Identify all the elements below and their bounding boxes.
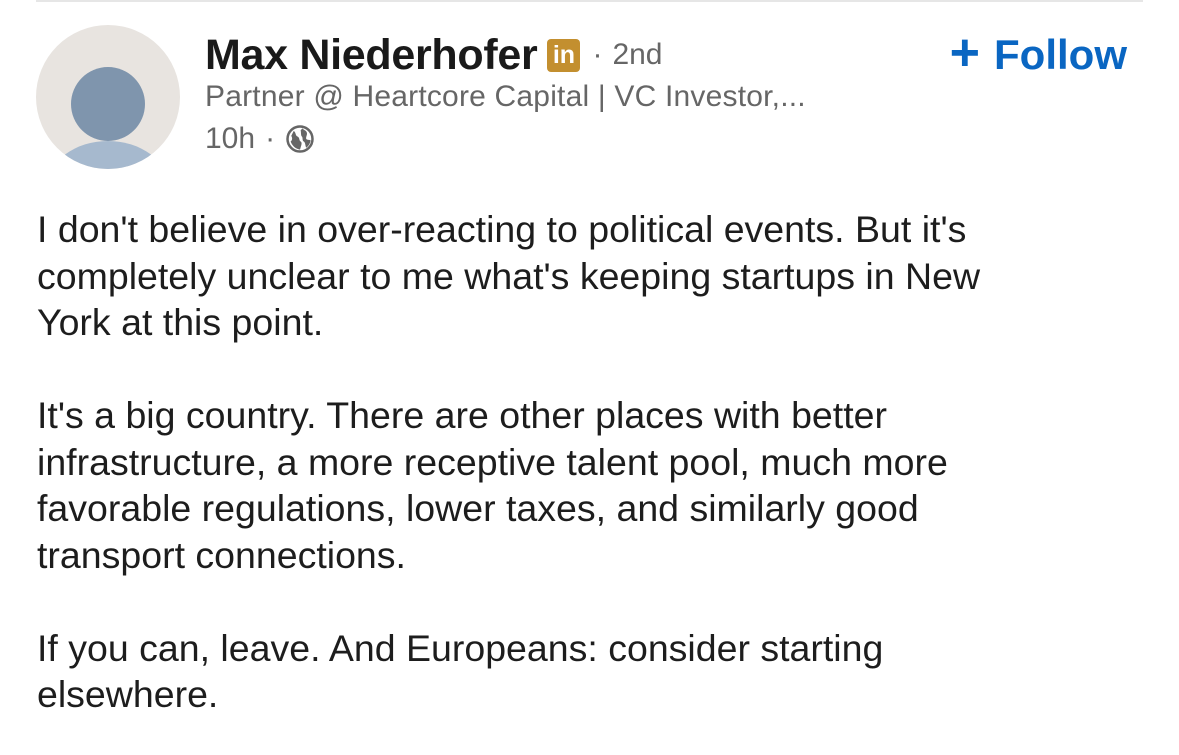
avatar-head-shape — [71, 67, 145, 141]
author-headline[interactable]: Partner @ Heartcore Capital | VC Investo… — [205, 80, 806, 114]
post-line: transport connections. — [37, 533, 406, 576]
post-line: infrastructure, a more receptive talent … — [37, 440, 948, 483]
author-name[interactable]: Max Niederhofer — [205, 31, 538, 80]
post-line: completely unclear to me what's keeping … — [37, 254, 981, 297]
post-body: I don't believe in over-reacting to poli… — [37, 206, 1147, 718]
post-paragraph: It's a big country. There are other plac… — [37, 392, 1147, 578]
post-meta: 10h · — [205, 120, 315, 158]
post-line: York at this point. — [37, 301, 324, 343]
separator-dot: · — [265, 122, 276, 155]
post-line: I don't believe in over-reacting to poli… — [37, 208, 967, 250]
top-divider — [36, 0, 1143, 2]
connection-degree: 2nd — [612, 38, 663, 71]
linkedin-post: Max Niederhofer in · 2nd Partner @ Heart… — [0, 0, 1179, 755]
post-line: elsewhere. — [37, 673, 219, 715]
post-paragraph: I don't believe in over-reacting to poli… — [37, 206, 1147, 346]
post-paragraph: If you can, leave. And Europeans: consid… — [37, 625, 1147, 718]
post-time: 10h — [205, 122, 256, 155]
follow-button[interactable]: + Follow — [949, 24, 1127, 82]
avatar-body-shape — [48, 141, 168, 169]
post-line: favorable regulations, lower taxes, and … — [37, 487, 919, 529]
follow-label: Follow — [994, 31, 1127, 78]
post-line: It's a big country. There are other plac… — [37, 394, 887, 436]
author-line: Max Niederhofer in · 2nd — [205, 30, 663, 80]
separator-dot: · — [592, 38, 603, 71]
avatar[interactable] — [36, 25, 180, 169]
plus-icon: + — [949, 24, 981, 82]
post-line: If you can, leave. And Europeans: consid… — [37, 626, 884, 669]
linkedin-premium-icon: in — [547, 38, 581, 72]
globe-icon — [285, 124, 315, 154]
